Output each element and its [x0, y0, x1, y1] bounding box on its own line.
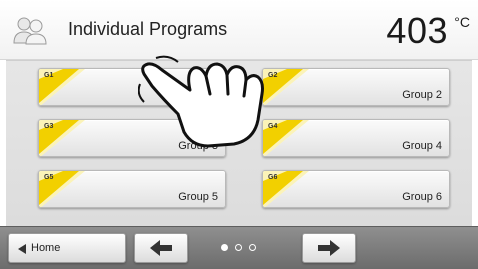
program-name: Group 6 — [402, 191, 442, 203]
page-title: Individual Programs — [68, 19, 228, 39]
arrow-left-icon — [150, 240, 172, 256]
footer-bar: Home — [0, 226, 478, 269]
program-button-g5[interactable]: G5 Group 5 — [38, 170, 226, 208]
program-code: G6 — [268, 174, 278, 181]
back-button[interactable] — [134, 233, 188, 263]
program-button-g4[interactable]: G4 Group 4 — [262, 119, 450, 157]
page-dot — [235, 244, 242, 251]
program-button-g2[interactable]: G2 Group 2 — [262, 68, 450, 106]
arrow-right-icon — [318, 240, 340, 256]
forward-button[interactable] — [302, 233, 356, 263]
program-code: G5 — [44, 174, 54, 181]
home-button[interactable]: Home — [8, 233, 126, 263]
program-button-g6[interactable]: G6 Group 6 — [262, 170, 450, 208]
home-button-label: Home — [31, 242, 61, 254]
user-group-icon — [13, 17, 47, 45]
program-name: Group 2 — [402, 89, 442, 101]
caret-left-icon — [18, 244, 26, 254]
program-code: G1 — [44, 72, 54, 79]
program-code: G3 — [44, 123, 54, 130]
page-dot-active — [221, 244, 228, 251]
program-name: Group 5 — [178, 191, 218, 203]
page-indicator — [221, 244, 271, 254]
temperature-unit: °C — [454, 14, 470, 30]
furnace-temperature: 403 — [386, 10, 448, 51]
program-name: Group 4 — [402, 140, 442, 152]
page-dot — [249, 244, 256, 251]
pointing-hand-icon — [138, 55, 264, 148]
